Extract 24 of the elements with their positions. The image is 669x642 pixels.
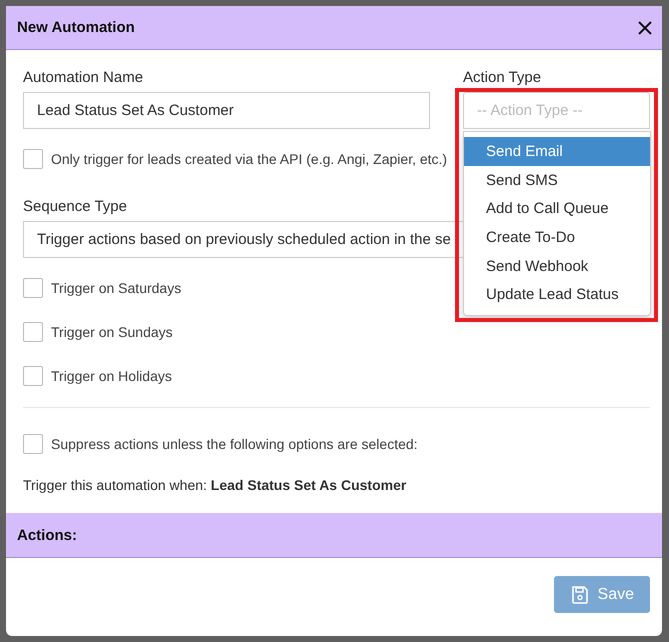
dropdown-option[interactable]: Send SMS bbox=[464, 166, 650, 194]
checkbox[interactable] bbox=[23, 322, 43, 342]
trigger-summary: Trigger this automation when: Lead Status Set As Customer bbox=[23, 477, 408, 493]
field-label: Action Type bbox=[463, 69, 542, 86]
checkbox-label: Trigger on Holidays bbox=[51, 368, 172, 384]
dropdown-option[interactable]: Send Email bbox=[464, 137, 650, 166]
action-type-select[interactable]: -- Action Type -- bbox=[463, 92, 650, 129]
checkbox-label: Trigger on Sundays bbox=[51, 324, 173, 340]
close-icon[interactable] bbox=[638, 20, 652, 34]
checkbox[interactable] bbox=[23, 149, 43, 169]
checkbox[interactable] bbox=[23, 366, 43, 386]
checkbox-label: Only trigger for leads created via the API (e.g. Angi, Zapier, etc.) bbox=[51, 151, 448, 167]
dialog-title: New Automation bbox=[17, 19, 135, 36]
field-label: Sequence Type bbox=[23, 198, 127, 215]
checkbox[interactable] bbox=[23, 434, 43, 454]
checkbox-label: Suppress actions unless the following options are selected: bbox=[51, 436, 418, 452]
automation-name-field[interactable]: Lead Status Set As Customer bbox=[23, 92, 430, 129]
field-label: Automation Name bbox=[23, 69, 144, 86]
dropdown-option[interactable]: Update Lead Status bbox=[464, 280, 650, 310]
dropdown-option[interactable]: Add to Call Queue bbox=[464, 194, 650, 224]
checkbox-label: Trigger on Saturdays bbox=[51, 280, 182, 296]
dropdown-option[interactable]: Create To-Do bbox=[464, 223, 650, 252]
checkbox[interactable] bbox=[23, 278, 43, 298]
actions-header: Actions: bbox=[6, 513, 662, 558]
